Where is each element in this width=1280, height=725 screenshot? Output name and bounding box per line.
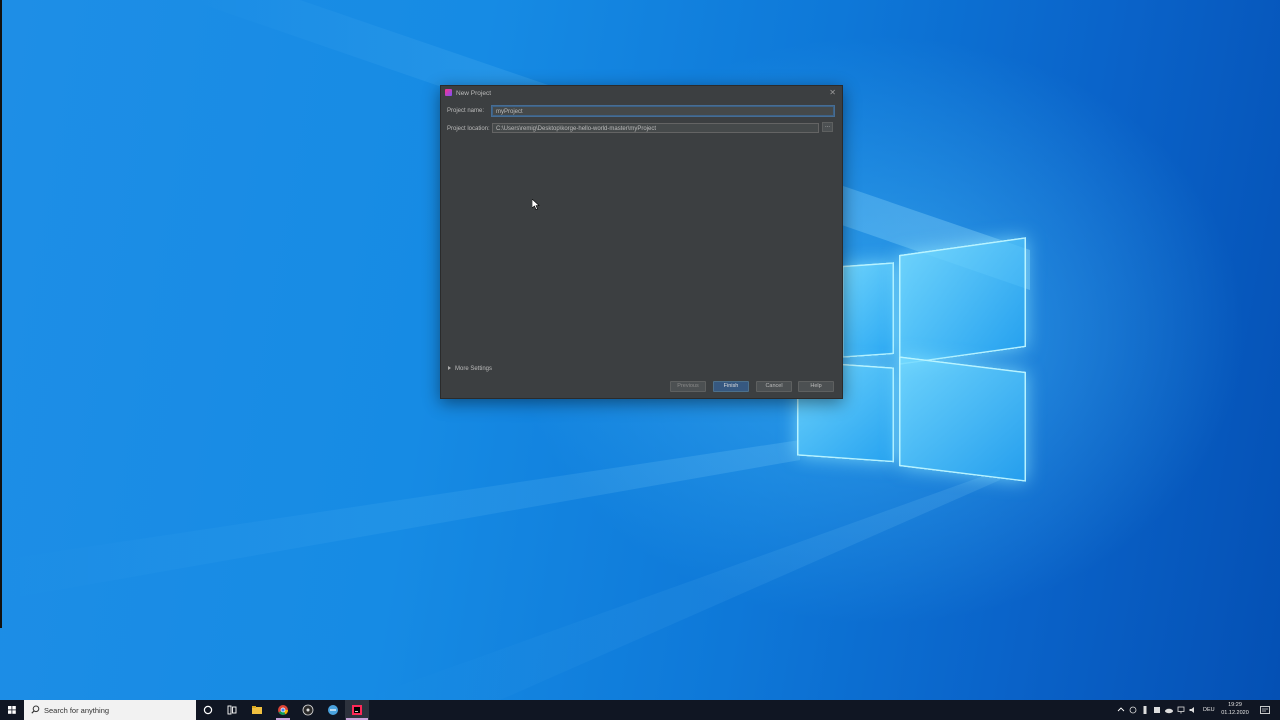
obs-icon[interactable] (302, 704, 314, 716)
dialog-titlebar[interactable]: New Project ✕ (441, 86, 842, 100)
project-location-input[interactable]: C:\Users\remig\Desktop\korge-hello-world… (492, 123, 819, 133)
expand-triangle-icon (448, 366, 451, 370)
tray-usb-icon[interactable] (1140, 704, 1152, 716)
project-location-label: Project location: (447, 126, 490, 132)
onedrive-icon[interactable] (1164, 704, 1176, 716)
browse-location-button[interactable]: ... (822, 122, 833, 132)
clock[interactable]: 19:29 01.12.2020 (1218, 701, 1252, 717)
tray-security-icon[interactable] (1152, 704, 1164, 716)
taskbar: Search for anything DEU 19:29 01.12.2020 (0, 700, 1280, 720)
new-project-dialog: New Project ✕ Project name: myProject Pr… (440, 85, 843, 399)
file-explorer-icon[interactable] (251, 704, 263, 716)
task-view-icon[interactable] (226, 704, 238, 716)
mouse-cursor-icon (532, 199, 540, 210)
left-edge-strip (0, 0, 2, 628)
more-settings-toggle[interactable]: More Settings (448, 366, 492, 372)
windows-start-icon (8, 706, 16, 714)
dialog-title: New Project (456, 90, 492, 97)
tray-chevron-icon[interactable] (1116, 704, 1128, 716)
intellij-app-icon (445, 89, 452, 96)
search-placeholder: Search for anything (44, 706, 110, 715)
project-name-label: Project name: (447, 108, 485, 114)
clock-time: 19:29 (1228, 702, 1242, 708)
language-indicator[interactable]: DEU (1203, 707, 1215, 713)
start-button[interactable] (0, 700, 24, 720)
cortana-icon[interactable] (202, 704, 214, 716)
notifications-icon[interactable] (1259, 704, 1271, 716)
finish-button[interactable]: Finish (713, 381, 749, 392)
search-icon (31, 705, 40, 714)
close-icon[interactable]: ✕ (829, 88, 836, 97)
clock-date: 01.12.2020 (1221, 710, 1249, 716)
intellij-icon[interactable] (351, 704, 363, 716)
cancel-button[interactable]: Cancel (756, 381, 792, 392)
chrome-icon[interactable] (277, 704, 289, 716)
help-button[interactable]: Help (798, 381, 834, 392)
taskbar-search-box[interactable]: Search for anything (24, 700, 196, 720)
network-icon[interactable] (1176, 704, 1188, 716)
more-settings-label: More Settings (455, 366, 493, 372)
blue-app-icon[interactable] (327, 704, 339, 716)
previous-button[interactable]: Previous (670, 381, 706, 392)
project-name-input[interactable]: myProject (492, 106, 834, 116)
tray-app-icon[interactable] (1128, 704, 1140, 716)
volume-icon[interactable] (1188, 704, 1200, 716)
